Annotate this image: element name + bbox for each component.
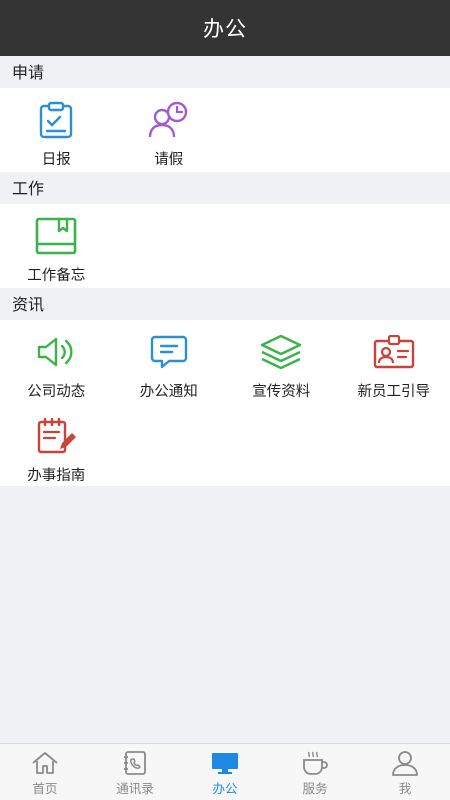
user-icon <box>390 750 420 776</box>
leave-request-button[interactable]: 请假 <box>113 88 226 172</box>
office-notice-label: 办公通知 <box>139 384 198 400</box>
tab-office[interactable]: 办公 <box>180 744 270 800</box>
section-title-apply: 申请 <box>0 56 450 88</box>
promo-materials-button[interactable]: 宣传资料 <box>225 320 338 404</box>
tab-contacts[interactable]: 通讯录 <box>90 744 180 800</box>
top-bar: 办公 <box>0 0 450 56</box>
clipboard-check-icon <box>34 100 78 140</box>
section-title-news: 资讯 <box>0 288 450 320</box>
speaker-icon <box>34 332 78 372</box>
service-guide-button[interactable]: 办事指南 <box>0 404 113 488</box>
section-news: 资讯 公司动态 办公通知 宣传资料 新员工引导 办事指南 <box>0 288 450 486</box>
tab-me-label: 我 <box>398 781 412 796</box>
service-guide-label: 办事指南 <box>27 468 86 484</box>
home-icon <box>30 750 60 776</box>
contacts-icon <box>120 750 150 776</box>
section-apply: 申请 日报 请假 <box>0 56 450 172</box>
company-news-button[interactable]: 公司动态 <box>0 320 113 404</box>
work-memo-button[interactable]: 工作备忘 <box>0 204 113 288</box>
memo-box-icon <box>34 216 78 256</box>
work-memo-label: 工作备忘 <box>27 268 86 284</box>
bottom-tab-bar: 首页 通讯录 办公 服务 我 <box>0 743 450 800</box>
user-clock-icon <box>147 100 191 140</box>
tab-service-label: 服务 <box>302 781 328 796</box>
section-work: 工作 工作备忘 <box>0 172 450 288</box>
new-employee-guide-label: 新员工引导 <box>357 384 431 400</box>
tab-me[interactable]: 我 <box>360 744 450 800</box>
page-title: 办公 <box>203 17 247 41</box>
coffee-icon <box>300 750 330 776</box>
monitor-icon <box>210 750 240 776</box>
tab-home-label: 首页 <box>32 781 58 796</box>
section-title-work: 工作 <box>0 172 450 204</box>
tab-contacts-label: 通讯录 <box>116 781 154 796</box>
news-grid: 公司动态 办公通知 宣传资料 新员工引导 办事指南 <box>0 320 450 486</box>
company-news-label: 公司动态 <box>27 384 86 400</box>
layers-icon <box>259 332 303 372</box>
notepad-pen-icon <box>34 416 78 456</box>
daily-report-button[interactable]: 日报 <box>0 88 113 172</box>
tab-office-label: 办公 <box>212 781 238 796</box>
apply-grid: 日报 请假 <box>0 88 450 172</box>
leave-request-label: 请假 <box>154 152 184 168</box>
tab-home[interactable]: 首页 <box>0 744 90 800</box>
work-grid: 工作备忘 <box>0 204 450 288</box>
tab-service[interactable]: 服务 <box>270 744 360 800</box>
office-notice-button[interactable]: 办公通知 <box>113 320 226 404</box>
new-employee-guide-button[interactable]: 新员工引导 <box>338 320 450 404</box>
chat-bubble-icon <box>147 332 191 372</box>
daily-report-label: 日报 <box>41 152 71 168</box>
promo-materials-label: 宣传资料 <box>252 384 311 400</box>
id-card-icon <box>372 332 416 372</box>
